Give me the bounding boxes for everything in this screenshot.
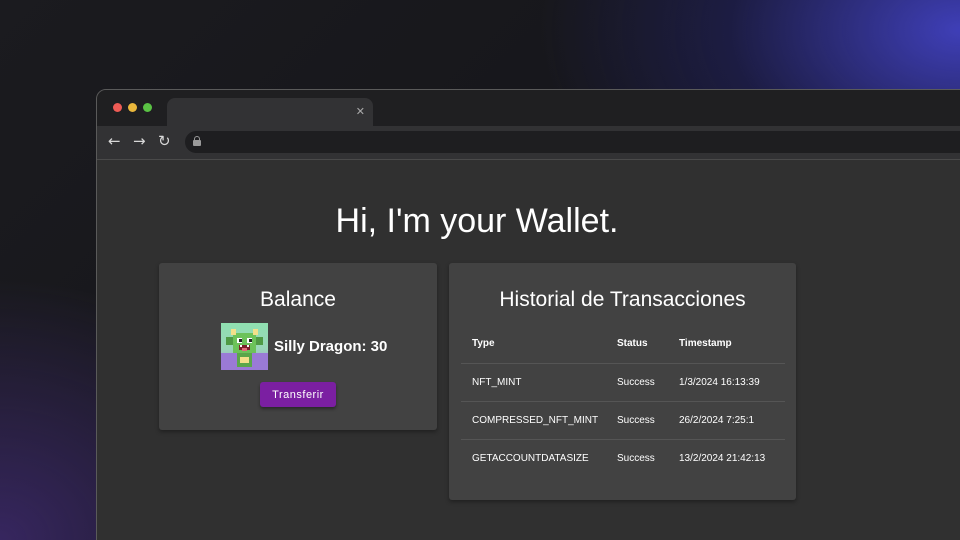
cell-status: Success: [606, 363, 668, 402]
dragon-icon: [221, 329, 268, 370]
page-title: Hi, I'm your Wallet.: [335, 202, 619, 240]
balance-title: Balance: [260, 288, 336, 311]
cell-status: Success: [617, 452, 655, 464]
cell-timestamp: 26/2/2024 7:25:1: [668, 401, 785, 440]
reload-icon[interactable]: ↻: [158, 133, 171, 149]
minimize-window-button[interactable]: [128, 103, 137, 112]
browser-titlebar: ✕: [97, 90, 960, 126]
cell-timestamp: 1/3/2024 16:13:39: [668, 363, 785, 402]
column-header-timestamp: Timestamp: [668, 325, 785, 364]
cell-type: NFT_MINT: [461, 363, 606, 402]
browser-tab[interactable]: ✕: [167, 98, 373, 126]
table-row: GETACCOUNTDATASIZE Success 13/2/2024 21:…: [461, 439, 785, 477]
close-icon[interactable]: ✕: [356, 106, 365, 118]
close-window-button[interactable]: [113, 103, 122, 112]
table-row: NFT_MINT Success 1/3/2024 16:13:39: [461, 363, 785, 402]
cell-status: Success: [606, 401, 668, 440]
column-header-type: Type: [461, 325, 606, 364]
page-content: Hi, I'm your Wallet. Balance Silly Drago…: [97, 160, 960, 540]
table-row: COMPRESSED_NFT_MINT Success 26/2/2024 7:…: [461, 401, 785, 440]
arrow-left-icon[interactable]: ←: [108, 133, 121, 149]
maximize-window-button[interactable]: [143, 103, 152, 112]
browser-window: ✕ ← → ↻ Hi, I'm your Wallet. Balance Sil…: [96, 89, 960, 540]
cell-type: COMPRESSED_NFT_MINT: [461, 401, 606, 440]
arrow-right-icon[interactable]: →: [133, 133, 146, 149]
transfer-button[interactable]: Transferir: [260, 382, 336, 407]
cell-type: GETACCOUNTDATASIZE: [472, 452, 589, 464]
lock-icon: [193, 136, 201, 146]
address-bar[interactable]: [185, 131, 960, 153]
balance-card: Balance Silly Dragon: 30 Transferir: [159, 263, 437, 430]
table-header-row: Type Status Timestamp: [461, 325, 785, 364]
nft-image: [221, 323, 268, 370]
nft-balance-label: Silly Dragon: 30: [274, 338, 388, 355]
browser-toolbar: ← → ↻: [97, 126, 960, 160]
column-header-status: Status: [606, 325, 668, 364]
cell-timestamp: 13/2/2024 21:42:13: [679, 452, 766, 464]
history-title: Historial de Transacciones: [499, 288, 746, 311]
transactions-table: Type Status Timestamp NFT_MINT Success 1…: [461, 325, 785, 477]
transaction-history-card: Historial de Transacciones Type Status T…: [449, 263, 796, 500]
